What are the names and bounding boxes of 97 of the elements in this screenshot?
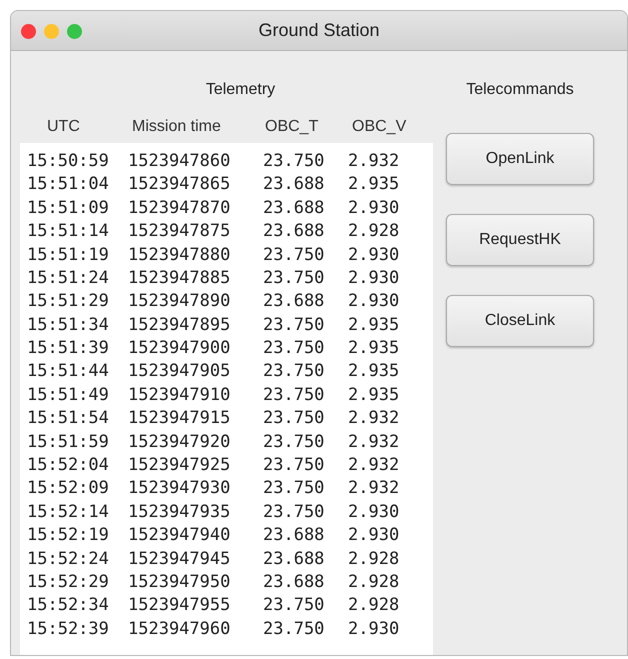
- table-cell: 2.928: [348, 221, 400, 242]
- table-cell: 2.932: [348, 478, 400, 498]
- table-cell: 23.688: [263, 174, 324, 194]
- table-cell: 23.750: [263, 478, 324, 498]
- table-cell: 1523947950: [128, 572, 230, 592]
- section-title: Telemetry: [206, 80, 276, 100]
- table-cell: 23.750: [263, 268, 324, 288]
- table-cell: 15:51:19: [27, 244, 109, 265]
- table-cell: 15:50:59: [27, 150, 109, 171]
- table-cell: 2.935: [348, 338, 400, 358]
- command-button[interactable]: CloseLink: [446, 295, 594, 347]
- table-cell: 1523947905: [128, 361, 230, 382]
- table-cell: 15:52:29: [27, 572, 109, 592]
- column-header: UTC: [47, 118, 80, 135]
- command-button[interactable]: OpenLink: [446, 133, 594, 185]
- table-cell: 2.932: [348, 455, 400, 476]
- table-cell: 15:52:04: [27, 455, 109, 476]
- table-cell: 2.932: [348, 432, 400, 452]
- table-cell: 2.930: [348, 244, 400, 265]
- table-cell: 15:51:34: [27, 314, 109, 335]
- table-cell: 23.688: [263, 572, 324, 592]
- table-cell: 1523947910: [128, 384, 230, 405]
- table-cell: 1523947935: [128, 502, 230, 522]
- table-cell: 15:52:09: [27, 478, 109, 498]
- table-cell: 1523947865: [128, 174, 230, 194]
- table-cell: 1523947885: [128, 268, 230, 288]
- table-cell: 2.935: [348, 361, 400, 382]
- table-cell: 1523947940: [128, 525, 230, 546]
- table-cell: 1523947960: [128, 618, 230, 639]
- table-cell: 1523947870: [128, 198, 230, 218]
- table-cell: 2.935: [348, 384, 400, 405]
- table-cell: 15:51:59: [27, 432, 109, 452]
- table-cell: 15:52:14: [27, 502, 109, 522]
- column-header: OBC_T: [265, 118, 318, 135]
- close-button[interactable]: [21, 24, 36, 39]
- maximize-button[interactable]: [67, 24, 82, 39]
- table-cell: 15:52:24: [27, 548, 109, 569]
- table-cell: 1523947895: [128, 314, 230, 335]
- table-cell: 23.750: [263, 361, 324, 382]
- table-cell: 15:51:49: [27, 384, 109, 405]
- section-title: Telecommands: [466, 80, 574, 100]
- table-cell: 2.930: [348, 502, 400, 522]
- table-cell: 2.932: [348, 150, 400, 171]
- table-cell: 23.750: [263, 455, 324, 476]
- table-cell: 23.750: [263, 502, 324, 522]
- table-cell: 23.750: [263, 408, 324, 428]
- table-cell: 15:51:14: [27, 221, 109, 242]
- table-cell: 23.750: [263, 244, 324, 265]
- table-cell: 1523947945: [128, 548, 230, 569]
- table-cell: 2.930: [348, 291, 400, 312]
- table-cell: 15:51:29: [27, 291, 109, 312]
- table-cell: 23.750: [263, 432, 324, 452]
- table-cell: 2.930: [348, 618, 400, 639]
- window-title: Ground Station: [258, 19, 380, 42]
- table-cell: 2.930: [348, 198, 400, 218]
- table-cell: 2.930: [348, 268, 400, 288]
- table-cell: 23.688: [263, 548, 324, 569]
- table-cell: 15:51:54: [27, 408, 109, 428]
- table-cell: 2.935: [348, 174, 400, 194]
- table-cell: 15:51:04: [27, 174, 109, 194]
- table-cell: 1523947925: [128, 455, 230, 476]
- table-cell: 1523947890: [128, 291, 230, 312]
- table-cell: 2.928: [348, 572, 400, 592]
- table-cell: 1523947860: [128, 150, 230, 171]
- table-cell: 15:51:24: [27, 268, 109, 288]
- table-cell: 23.688: [263, 221, 324, 242]
- table-cell: 15:51:39: [27, 338, 109, 358]
- table-cell: 2.928: [348, 595, 400, 616]
- table-cell: 23.750: [263, 595, 324, 616]
- table-cell: 23.750: [263, 618, 324, 639]
- table-cell: 1523947955: [128, 595, 230, 616]
- table-cell: 2.930: [348, 525, 400, 546]
- table-cell: 2.928: [348, 548, 400, 569]
- table-cell: 1523947875: [128, 221, 230, 242]
- table-cell: 1523947930: [128, 478, 230, 498]
- table-cell: 15:51:09: [27, 198, 109, 218]
- table-cell: 2.935: [348, 314, 400, 335]
- table-cell: 23.688: [263, 198, 324, 218]
- column-header: OBC_V: [352, 118, 406, 135]
- table-cell: 15:52:39: [27, 618, 109, 639]
- table-cell: 23.750: [263, 150, 324, 171]
- table-cell: 23.688: [263, 291, 324, 312]
- table-cell: 15:51:44: [27, 361, 109, 382]
- table-cell: 23.688: [263, 525, 324, 546]
- table-cell: 15:52:19: [27, 525, 109, 546]
- table-cell: 15:52:34: [27, 595, 109, 616]
- table-cell: 2.932: [348, 408, 400, 428]
- table-cell: 1523947920: [128, 432, 230, 452]
- table-cell: 23.750: [263, 384, 324, 405]
- column-header: Mission time: [132, 118, 221, 135]
- table-cell: 1523947900: [128, 338, 230, 358]
- command-button[interactable]: RequestHK: [446, 214, 594, 266]
- table-cell: 23.750: [263, 338, 324, 358]
- table-cell: 1523947915: [128, 408, 230, 428]
- minimize-button[interactable]: [44, 24, 59, 39]
- table-cell: 1523947880: [128, 244, 230, 265]
- table-cell: 23.750: [263, 314, 324, 335]
